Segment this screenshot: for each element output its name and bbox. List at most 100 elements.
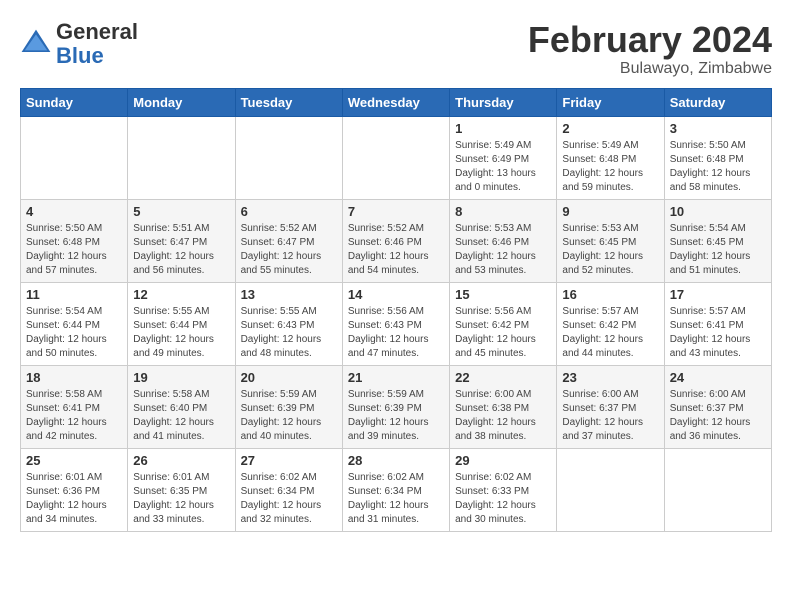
day-info: Sunrise: 5:57 AM Sunset: 6:41 PM Dayligh… <box>670 305 766 361</box>
col-monday: Monday <box>128 88 235 116</box>
calendar-cell: 17 Sunrise: 5:57 AM Sunset: 6:41 PM Dayli… <box>664 282 771 365</box>
calendar-cell <box>664 448 771 531</box>
calendar-cell: 8Sunrise: 5:53 AM Sunset: 6:46 PM Daylig… <box>450 199 557 282</box>
calendar-cell: 2Sunrise: 5:49 AM Sunset: 6:48 PM Daylig… <box>557 116 664 199</box>
day-info: Sunrise: 5:58 AM Sunset: 6:40 PM Dayligh… <box>133 388 229 444</box>
day-number: 3 <box>670 121 766 136</box>
calendar-cell: 11 Sunrise: 5:54 AM Sunset: 6:44 PM Dayli… <box>21 282 128 365</box>
col-sunday: Sunday <box>21 88 128 116</box>
day-number: 29 <box>455 453 551 468</box>
day-info: Sunrise: 6:01 AM Sunset: 6:36 PM Dayligh… <box>26 471 122 527</box>
calendar-body: 1 Sunrise: 5:49 AM Sunset: 6:49 PM Daylig… <box>21 116 772 531</box>
calendar-cell: 13 Sunrise: 5:55 AM Sunset: 6:43 PM Dayli… <box>235 282 342 365</box>
day-info: Sunrise: 5:53 AM Sunset: 6:46 PM Dayligh… <box>455 222 551 278</box>
calendar-cell <box>342 116 449 199</box>
col-thursday: Thursday <box>450 88 557 116</box>
day-info: Sunrise: 5:54 AM Sunset: 6:45 PM Dayligh… <box>670 222 766 278</box>
calendar-cell <box>21 116 128 199</box>
day-info: Sunrise: 5:52 AM Sunset: 6:46 PM Dayligh… <box>348 222 444 278</box>
calendar-cell: 1 Sunrise: 5:49 AM Sunset: 6:49 PM Daylig… <box>450 116 557 199</box>
day-info: Sunrise: 5:49 AM Sunset: 6:49 PM Dayligh… <box>455 139 551 195</box>
day-number: 18 <box>26 370 122 385</box>
calendar-week-4: 18 Sunrise: 5:58 AM Sunset: 6:41 PM Dayli… <box>21 365 772 448</box>
month-title: February 2024 <box>528 20 772 60</box>
day-number: 7 <box>348 204 444 219</box>
day-info: Sunrise: 5:55 AM Sunset: 6:44 PM Dayligh… <box>133 305 229 361</box>
day-number: 27 <box>241 453 337 468</box>
day-info: Sunrise: 5:51 AM Sunset: 6:47 PM Dayligh… <box>133 222 229 278</box>
calendar-week-2: 4Sunrise: 5:50 AM Sunset: 6:48 PM Daylig… <box>21 199 772 282</box>
calendar-week-3: 11 Sunrise: 5:54 AM Sunset: 6:44 PM Dayli… <box>21 282 772 365</box>
day-number: 11 <box>26 287 122 302</box>
calendar-cell <box>235 116 342 199</box>
day-number: 28 <box>348 453 444 468</box>
day-info: Sunrise: 5:57 AM Sunset: 6:42 PM Dayligh… <box>562 305 658 361</box>
logo-general: General <box>56 19 138 44</box>
calendar-cell: 26 Sunrise: 6:01 AM Sunset: 6:35 PM Dayli… <box>128 448 235 531</box>
day-number: 20 <box>241 370 337 385</box>
header-row: Sunday Monday Tuesday Wednesday Thursday… <box>21 88 772 116</box>
calendar-cell: 29 Sunrise: 6:02 AM Sunset: 6:33 PM Dayli… <box>450 448 557 531</box>
day-info: Sunrise: 5:58 AM Sunset: 6:41 PM Dayligh… <box>26 388 122 444</box>
calendar-cell <box>557 448 664 531</box>
day-number: 2 <box>562 121 658 136</box>
day-info: Sunrise: 6:00 AM Sunset: 6:38 PM Dayligh… <box>455 388 551 444</box>
day-info: Sunrise: 6:02 AM Sunset: 6:33 PM Dayligh… <box>455 471 551 527</box>
day-info: Sunrise: 6:00 AM Sunset: 6:37 PM Dayligh… <box>670 388 766 444</box>
day-number: 6 <box>241 204 337 219</box>
calendar-cell: 23Sunrise: 6:00 AM Sunset: 6:37 PM Dayli… <box>557 365 664 448</box>
calendar-cell: 15Sunrise: 5:56 AM Sunset: 6:42 PM Dayli… <box>450 282 557 365</box>
calendar-cell <box>128 116 235 199</box>
calendar-week-5: 25 Sunrise: 6:01 AM Sunset: 6:36 PM Dayli… <box>21 448 772 531</box>
calendar-cell: 6 Sunrise: 5:52 AM Sunset: 6:47 PM Daylig… <box>235 199 342 282</box>
day-number: 4 <box>26 204 122 219</box>
day-info: Sunrise: 6:00 AM Sunset: 6:37 PM Dayligh… <box>562 388 658 444</box>
calendar-cell: 28 Sunrise: 6:02 AM Sunset: 6:34 PM Dayli… <box>342 448 449 531</box>
calendar-cell: 19 Sunrise: 5:58 AM Sunset: 6:40 PM Dayli… <box>128 365 235 448</box>
col-friday: Friday <box>557 88 664 116</box>
day-number: 25 <box>26 453 122 468</box>
day-number: 24 <box>670 370 766 385</box>
calendar-cell: 12 Sunrise: 5:55 AM Sunset: 6:44 PM Dayli… <box>128 282 235 365</box>
logo-icon <box>20 28 52 60</box>
calendar-cell: 10Sunrise: 5:54 AM Sunset: 6:45 PM Dayli… <box>664 199 771 282</box>
day-number: 16 <box>562 287 658 302</box>
day-number: 14 <box>348 287 444 302</box>
day-info: Sunrise: 5:53 AM Sunset: 6:45 PM Dayligh… <box>562 222 658 278</box>
day-number: 21 <box>348 370 444 385</box>
calendar-cell: 25 Sunrise: 6:01 AM Sunset: 6:36 PM Dayli… <box>21 448 128 531</box>
day-info: Sunrise: 5:54 AM Sunset: 6:44 PM Dayligh… <box>26 305 122 361</box>
day-info: Sunrise: 5:56 AM Sunset: 6:43 PM Dayligh… <box>348 305 444 361</box>
day-info: Sunrise: 6:02 AM Sunset: 6:34 PM Dayligh… <box>348 471 444 527</box>
day-info: Sunrise: 5:50 AM Sunset: 6:48 PM Dayligh… <box>670 139 766 195</box>
logo: General Blue <box>20 20 138 68</box>
day-number: 26 <box>133 453 229 468</box>
day-info: Sunrise: 6:02 AM Sunset: 6:34 PM Dayligh… <box>241 471 337 527</box>
calendar-cell: 14 Sunrise: 5:56 AM Sunset: 6:43 PM Dayli… <box>342 282 449 365</box>
calendar-cell: 7 Sunrise: 5:52 AM Sunset: 6:46 PM Daylig… <box>342 199 449 282</box>
page-header: General Blue February 2024 Bulawayo, Zim… <box>20 20 772 78</box>
day-number: 19 <box>133 370 229 385</box>
calendar-cell: 4Sunrise: 5:50 AM Sunset: 6:48 PM Daylig… <box>21 199 128 282</box>
day-number: 1 <box>455 121 551 136</box>
day-number: 5 <box>133 204 229 219</box>
day-info: Sunrise: 5:59 AM Sunset: 6:39 PM Dayligh… <box>241 388 337 444</box>
day-info: Sunrise: 5:55 AM Sunset: 6:43 PM Dayligh… <box>241 305 337 361</box>
calendar-cell: 20 Sunrise: 5:59 AM Sunset: 6:39 PM Dayli… <box>235 365 342 448</box>
day-info: Sunrise: 6:01 AM Sunset: 6:35 PM Dayligh… <box>133 471 229 527</box>
col-wednesday: Wednesday <box>342 88 449 116</box>
day-number: 12 <box>133 287 229 302</box>
logo-text: General Blue <box>56 20 138 68</box>
col-tuesday: Tuesday <box>235 88 342 116</box>
calendar-table: Sunday Monday Tuesday Wednesday Thursday… <box>20 88 772 532</box>
day-info: Sunrise: 5:59 AM Sunset: 6:39 PM Dayligh… <box>348 388 444 444</box>
calendar-cell: 18 Sunrise: 5:58 AM Sunset: 6:41 PM Dayli… <box>21 365 128 448</box>
calendar-cell: 3 Sunrise: 5:50 AM Sunset: 6:48 PM Daylig… <box>664 116 771 199</box>
title-block: February 2024 Bulawayo, Zimbabwe <box>528 20 772 78</box>
logo-blue: Blue <box>56 43 104 68</box>
calendar-week-1: 1 Sunrise: 5:49 AM Sunset: 6:49 PM Daylig… <box>21 116 772 199</box>
col-saturday: Saturday <box>664 88 771 116</box>
day-info: Sunrise: 5:52 AM Sunset: 6:47 PM Dayligh… <box>241 222 337 278</box>
day-number: 13 <box>241 287 337 302</box>
day-number: 17 <box>670 287 766 302</box>
